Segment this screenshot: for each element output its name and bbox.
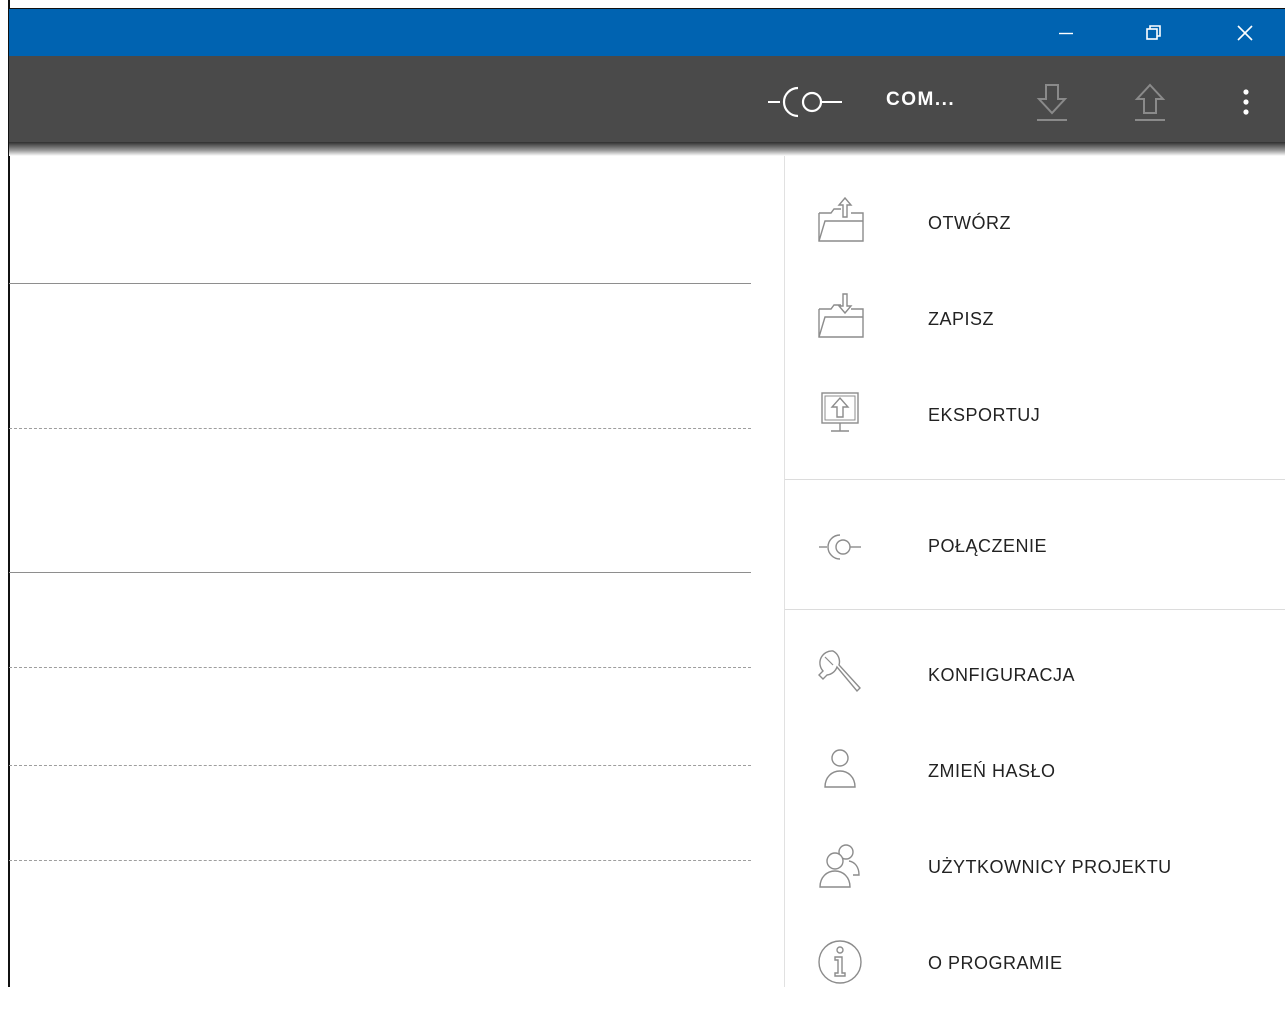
upload-button[interactable] bbox=[1128, 80, 1172, 126]
content-divider bbox=[9, 572, 751, 573]
users-icon bbox=[811, 837, 869, 895]
menu-item-change-password[interactable]: ZMIEŃ HASŁO bbox=[785, 723, 1285, 819]
menu-item-label: EKSPORTUJ bbox=[928, 405, 1041, 425]
restore-button[interactable] bbox=[1131, 9, 1177, 56]
menu-separator bbox=[785, 479, 1285, 480]
export-icon bbox=[811, 385, 869, 443]
minimize-icon bbox=[1059, 32, 1073, 34]
title-bar bbox=[9, 9, 1285, 56]
menu-item-label: POŁĄCZENIE bbox=[928, 536, 1048, 556]
content-divider bbox=[9, 283, 751, 284]
menu-item-project-users[interactable]: UŻYTKOWNICY PROJEKTU bbox=[785, 819, 1285, 915]
close-button[interactable] bbox=[1222, 9, 1268, 56]
connection-icon bbox=[811, 518, 869, 576]
menu-item-export[interactable]: EKSPORTUJ bbox=[785, 367, 1285, 463]
menu-separator bbox=[785, 609, 1285, 610]
minimize-button[interactable] bbox=[1043, 9, 1089, 56]
restore-icon bbox=[1146, 24, 1161, 40]
toolbar-shadow bbox=[9, 142, 1285, 156]
menu-item-open[interactable]: OTWÓRZ bbox=[785, 175, 1285, 271]
content-row-divider bbox=[9, 860, 751, 861]
folder-open-icon bbox=[811, 193, 869, 251]
upload-icon bbox=[1134, 83, 1166, 121]
download-button[interactable] bbox=[1030, 80, 1074, 126]
main-menu-panel: OTWÓRZ ZAPISZ EKSPORTUJ POŁĄCZENIE KONFI… bbox=[784, 156, 1285, 987]
download-icon bbox=[1036, 84, 1068, 121]
wrench-icon bbox=[811, 645, 869, 703]
info-icon bbox=[811, 933, 869, 991]
menu-item-label: O PROGRAMIE bbox=[928, 953, 1063, 973]
more-menu-button[interactable] bbox=[1232, 84, 1260, 120]
menu-item-label: UŻYTKOWNICY PROJEKTU bbox=[928, 857, 1172, 877]
menu-item-label: KONFIGURACJA bbox=[928, 665, 1076, 685]
folder-save-icon bbox=[811, 289, 869, 347]
close-icon bbox=[1237, 24, 1253, 41]
more-vertical-icon bbox=[1243, 89, 1249, 115]
app-window: COM... OTWÓRZ ZAPISZ EKSPORTUJ POŁĄCZENI… bbox=[0, 0, 1285, 987]
menu-item-label: ZAPISZ bbox=[928, 309, 995, 329]
menu-item-configuration[interactable]: KONFIGURACJA bbox=[785, 627, 1285, 723]
app-toolbar bbox=[9, 56, 1285, 142]
menu-item-about[interactable]: O PROGRAMIE bbox=[785, 915, 1285, 1011]
connection-icon bbox=[768, 86, 842, 118]
menu-item-save[interactable]: ZAPISZ bbox=[785, 271, 1285, 367]
connection-status-label[interactable]: COM... bbox=[886, 88, 955, 112]
content-row-divider bbox=[9, 765, 751, 766]
menu-item-label: OTWÓRZ bbox=[928, 213, 1011, 233]
user-icon bbox=[811, 741, 869, 799]
content-row-divider bbox=[9, 428, 751, 429]
menu-item-connection[interactable]: POŁĄCZENIE bbox=[785, 498, 1285, 594]
menu-item-label: ZMIEŃ HASŁO bbox=[928, 761, 1056, 781]
content-row-divider bbox=[9, 667, 751, 668]
connection-button[interactable] bbox=[766, 82, 846, 122]
